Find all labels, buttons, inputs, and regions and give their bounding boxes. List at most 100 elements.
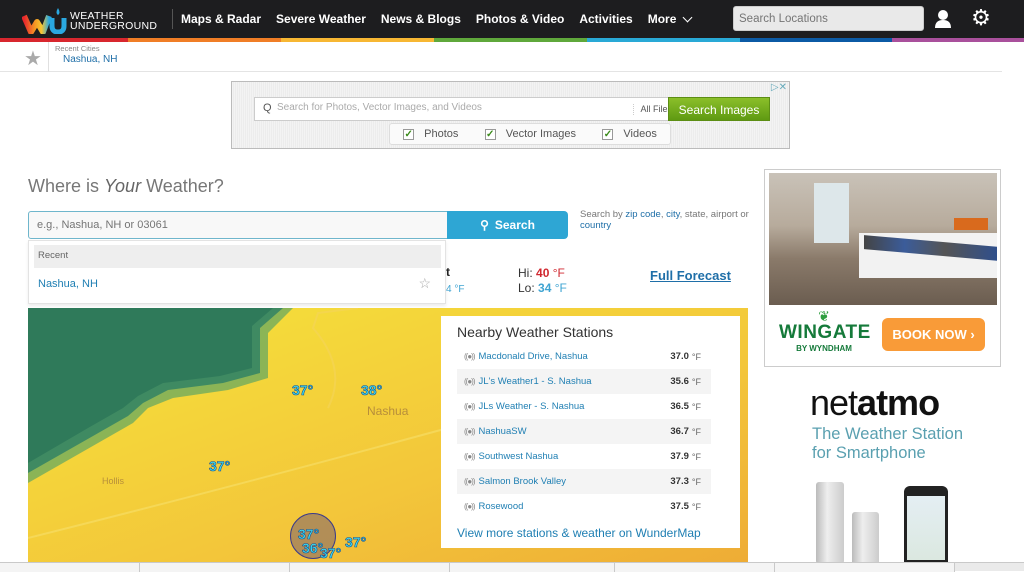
lo-temp: Lo: 34 °F (518, 281, 567, 296)
wingate-ad[interactable]: ❦ WINGATE BY WYNDHAM BOOK NOW › (764, 169, 1001, 367)
wingate-leaf-icon: ❦ (818, 308, 830, 324)
station-name[interactable]: Macdonald Drive, Nashua (479, 351, 671, 362)
nav-maps-radar[interactable]: Maps & Radar (181, 12, 261, 26)
station-unit: °F (691, 426, 701, 437)
dropdown-city-item[interactable]: Nashua, NH (38, 278, 98, 290)
station-name[interactable]: JLs Weather - S. Nashua (479, 401, 671, 412)
temp-marker[interactable]: 38° (361, 382, 383, 399)
current-temp-partial: 4 °F (446, 284, 465, 295)
broadcast-icon: ((●)) (464, 452, 475, 461)
hi-value: 40 (536, 266, 550, 280)
gear-icon[interactable]: ⚙ (970, 7, 992, 29)
broadcast-icon: ((●)) (464, 427, 475, 436)
station-row[interactable]: ((●)) NashuaSW 36.7 °F (457, 419, 711, 444)
map-place-nashua: Nashua (367, 404, 409, 418)
browser-bottom-bar (0, 562, 1024, 572)
user-icon[interactable] (934, 9, 952, 29)
recent-cities-label: Recent Cities (55, 44, 100, 53)
page-title: Where is Your Weather? (28, 176, 224, 197)
station-row[interactable]: ((●)) JL's Weather1 - S. Nashua 35.6 °F (457, 369, 711, 394)
station-row[interactable]: ((●)) JLs Weather - S. Nashua 36.5 °F (457, 394, 711, 419)
station-temp: 36.5 (670, 401, 689, 412)
weather-station-module (816, 482, 844, 564)
hi-label: Hi: (518, 266, 533, 280)
tagline-line2: for Smartphone (812, 444, 926, 462)
search-locations-input[interactable] (733, 6, 924, 31)
ad-choices-close-icon[interactable]: ▷✕ (771, 82, 787, 93)
station-row[interactable]: ((●)) Rosewood 37.5 °F (457, 494, 711, 519)
station-temp: 36.7 (670, 426, 689, 437)
hint-text: Search by (580, 209, 626, 220)
checkbox-photos[interactable]: ✓ Photos (403, 128, 458, 140)
nav-news-blogs[interactable]: News & Blogs (381, 12, 461, 26)
wundermap-link[interactable]: View more stations & weather on WunderMa… (457, 526, 701, 540)
hotel-room-image (769, 173, 997, 305)
station-temp: 37.0 (670, 351, 689, 362)
recent-city-link[interactable]: Nashua, NH (63, 54, 117, 65)
dropdown-header: Recent (34, 245, 441, 268)
nav-activities[interactable]: Activities (579, 12, 632, 26)
broadcast-icon: ((●)) (464, 502, 475, 511)
current-conditions-title-partial: t (446, 265, 450, 279)
netatmo-tagline: The Weather Station for Smartphone (812, 425, 963, 463)
nav-severe-weather[interactable]: Severe Weather (276, 12, 366, 26)
checkbox-vector-images[interactable]: ✓ Vector Images (484, 128, 576, 140)
image-search-placeholder: Search for Photos, Vector Images, and Vi… (277, 102, 482, 113)
station-temp: 37.9 (670, 451, 689, 462)
hint-link-country[interactable]: country (580, 220, 611, 231)
search-icon: ⚲ (480, 218, 489, 232)
map-place-hollis: Hollis (102, 476, 125, 486)
nav-photos-video[interactable]: Photos & Video (476, 12, 564, 26)
station-unit: °F (691, 351, 701, 362)
temp-marker[interactable]: 37° (320, 545, 342, 562)
hint-text: , state, airport or (679, 209, 749, 220)
station-row[interactable]: ((●)) Southwest Nashua 37.9 °F (457, 444, 711, 469)
lo-unit: °F (554, 281, 567, 295)
broadcast-icon: ((●)) (464, 477, 475, 486)
book-now-button[interactable]: BOOK NOW › (882, 318, 985, 351)
station-name[interactable]: Rosewood (479, 501, 671, 512)
station-temp: 37.5 (670, 501, 689, 512)
image-search-field[interactable]: Q Search for Photos, Vector Images, and … (254, 97, 688, 121)
nav-divider (172, 9, 173, 29)
netatmo-logo: netatmo (810, 382, 940, 424)
wingate-name: WINGATE (779, 322, 871, 343)
lo-value: 34 (538, 281, 552, 295)
search-button[interactable]: ⚲ Search (447, 211, 568, 239)
title-part: Where is (28, 176, 105, 196)
checkbox-videos[interactable]: ✓ Videos (602, 128, 657, 140)
main-nav: Maps & Radar Severe Weather News & Blogs… (181, 0, 706, 38)
tagline-line1: The Weather Station (812, 425, 964, 443)
netatmo-ad[interactable]: netatmo The Weather Station for Smartpho… (764, 378, 1001, 571)
checkmark-icon: ✓ (602, 128, 614, 140)
lo-label: Lo: (518, 281, 535, 295)
wingate-sub: BY WYNDHAM (796, 344, 852, 353)
station-name[interactable]: JL's Weather1 - S. Nashua (479, 376, 671, 387)
nearby-stations-panel: Nearby Weather Stations ((●)) Macdonald D… (441, 316, 740, 548)
title-part: Weather? (141, 176, 224, 196)
favorite-star-icon[interactable]: ☆ (418, 275, 431, 292)
station-row[interactable]: ((●)) Salmon Brook Valley 37.3 °F (457, 469, 711, 494)
temp-marker[interactable]: 37° (345, 534, 367, 551)
stations-list: ((●)) Macdonald Drive, Nashua 37.0 °F ((●))… (457, 344, 711, 519)
nav-more[interactable]: More (648, 12, 693, 26)
favorite-star-icon[interactable]: ★ (24, 46, 42, 71)
location-search-input[interactable] (28, 211, 448, 239)
wunderground-logo[interactable]: WEATHER UNDERGROUND (22, 6, 162, 34)
station-row[interactable]: ((●)) Macdonald Drive, Nashua 37.0 °F (457, 344, 711, 369)
title-emphasis: Your (104, 176, 142, 196)
hint-link-zip[interactable]: zip code (625, 209, 660, 220)
station-name[interactable]: NashuaSW (479, 426, 671, 437)
station-name[interactable]: Salmon Brook Valley (479, 476, 671, 487)
temp-marker[interactable]: 37° (209, 458, 231, 475)
station-unit: °F (691, 451, 701, 462)
full-forecast-link[interactable]: Full Forecast (650, 268, 731, 283)
hint-link-city[interactable]: city (666, 209, 680, 220)
temp-marker[interactable]: 37° (292, 382, 314, 399)
image-search-ad: ▷✕ Q Search for Photos, Vector Images, a… (231, 81, 790, 149)
pillow (954, 218, 988, 230)
wu-logo-icon (22, 8, 67, 34)
search-images-button[interactable]: Search Images (668, 97, 770, 121)
station-unit: °F (691, 501, 701, 512)
station-name[interactable]: Southwest Nashua (479, 451, 671, 462)
